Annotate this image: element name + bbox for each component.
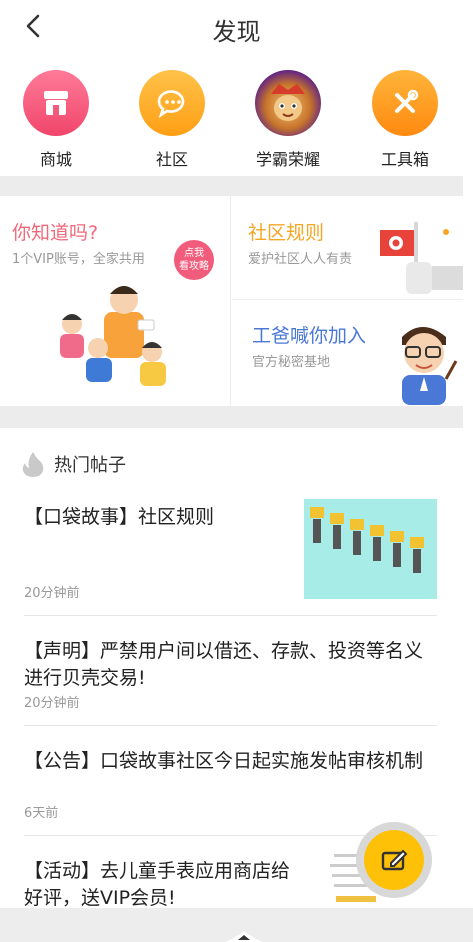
join-us-subtitle: 官方秘密基地 — [252, 355, 331, 370]
post-time: 20分钟前 — [24, 586, 80, 601]
quick-entry-label: 工具箱 — [380, 150, 429, 169]
storyteller-illustration — [60, 286, 166, 386]
did-you-know-subtitle: 1个VIP账号，全家共用 — [12, 252, 145, 267]
chat-icon — [139, 70, 205, 136]
hot-posts-title: 热门帖子 — [54, 455, 126, 476]
section-divider — [0, 406, 463, 428]
flag-hand-icon — [380, 222, 463, 294]
mascot-illustration — [402, 327, 458, 405]
quick-entry-label: 社区 — [155, 150, 188, 169]
shop-icon — [23, 70, 89, 136]
chevron-up-icon[interactable] — [226, 932, 262, 942]
edit-icon — [381, 849, 408, 871]
post-thumbnail — [304, 499, 437, 599]
post-item[interactable]: 【声明】严禁用户间以借还、存款、投资等名义进行贝壳交易! 20分钟前 — [24, 616, 437, 726]
guide-badge-line1: 点我 — [184, 248, 204, 259]
quick-entry-tools[interactable]: 工具箱 — [365, 70, 445, 170]
community-rules-title: 社区规则 — [248, 222, 325, 244]
section-divider — [0, 176, 463, 196]
post-title: 【声明】严禁用户间以借还、存款、投资等名义进行贝壳交易! — [24, 640, 424, 689]
quick-entry-shop[interactable]: 商城 — [16, 70, 96, 170]
community-rules-card[interactable]: 社区规则 爱护社区人人有责 — [232, 196, 463, 300]
top-bar: 发现 — [0, 0, 473, 52]
quick-entry-label: 商城 — [39, 150, 72, 169]
flame-icon — [22, 452, 44, 477]
hot-posts-header: 热门帖子 — [20, 450, 126, 478]
quick-entry-community[interactable]: 社区 — [132, 70, 212, 170]
feature-cards: 你知道吗? 1个VIP账号，全家共用 点我 看攻略 社区规则 爱护社区人人有责 — [0, 196, 463, 406]
compose-post-button[interactable] — [356, 822, 432, 898]
did-you-know-card[interactable]: 你知道吗? 1个VIP账号，全家共用 点我 看攻略 — [0, 196, 231, 406]
post-time: 6天前 — [24, 806, 59, 821]
did-you-know-title: 你知道吗? — [12, 222, 99, 244]
page-title: 发现 — [212, 18, 261, 46]
game-avatar-icon — [255, 70, 321, 136]
post-title: 【公告】口袋故事社区今日起实施发帖审核机制 — [24, 750, 424, 772]
join-us-title: 工爸喊你加入 — [252, 325, 367, 347]
post-title: 【活动】去儿童手表应用商店给好评，送VIP会员! — [24, 860, 291, 909]
post-time: 20分钟前 — [24, 696, 80, 711]
post-item[interactable]: 【口袋故事】社区规则 20分钟前 — [24, 498, 437, 616]
guide-badge[interactable]: 点我 看攻略 — [174, 240, 214, 280]
join-us-card[interactable]: 工爸喊你加入 官方秘密基地 — [232, 301, 463, 406]
bottom-bar — [0, 908, 473, 942]
tools-icon — [372, 70, 438, 136]
quick-entry-game[interactable]: 学霸荣耀 — [248, 70, 328, 170]
community-rules-subtitle: 爱护社区人人有责 — [248, 252, 353, 267]
compose-button-face — [364, 830, 424, 890]
guide-badge-line2: 看攻略 — [179, 261, 209, 272]
quick-entry-row: 商城 社区 学霸荣耀 工具箱 — [0, 62, 473, 174]
post-item[interactable]: 【公告】口袋故事社区今日起实施发帖审核机制 6天前 — [24, 726, 437, 836]
quick-entry-label: 学霸荣耀 — [255, 150, 320, 169]
post-title: 【口袋故事】社区规则 — [24, 506, 215, 528]
